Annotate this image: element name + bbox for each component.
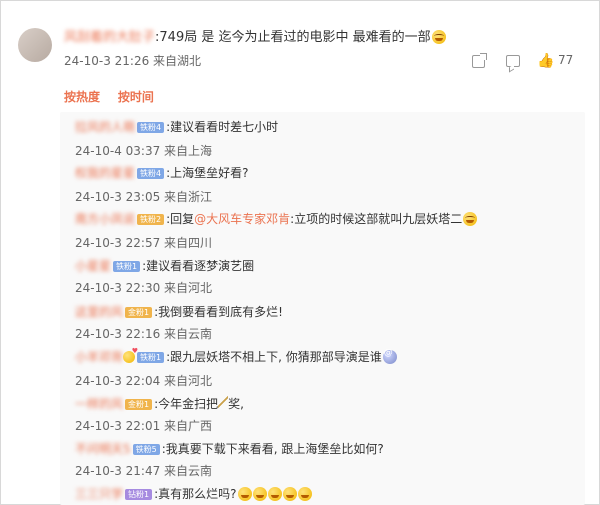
fan-badge: 铁粉1	[137, 352, 165, 363]
reply-meta: 24-10-3 21:47 来自云南	[75, 464, 213, 478]
reply-meta: 24-10-3 22:30 来自河北	[75, 281, 213, 295]
share-icon[interactable]	[472, 53, 487, 68]
crying-emoji-icon	[252, 487, 267, 501]
comment-username[interactable]: 风刮着的大肚子	[64, 26, 155, 45]
reply-item: 这里的风 金粉1:我倒要看看到底有多烂!	[75, 303, 283, 320]
reply-text: :上海堡垒好看?	[166, 166, 249, 180]
reply-text: :真有那么烂吗?	[154, 487, 237, 501]
reply-text: :建议看看逐梦演艺圈	[142, 259, 255, 273]
reply-username[interactable]: 权我的星星	[75, 164, 135, 181]
reply-item: 拉风的人萌 铁粉4:建议看看时差七小时	[75, 118, 278, 135]
reply-username[interactable]: 小羊邓背	[75, 348, 123, 365]
crying-emoji-icon	[282, 487, 297, 501]
dizzy-emoji-icon	[382, 348, 397, 364]
broom-icon	[218, 396, 229, 408]
comment-text: :749局 是 迄今为止看过的电影中 最难看的一部	[155, 30, 431, 45]
reply-username[interactable]: 一样的风	[75, 395, 123, 412]
fan-badge: 钻粉1	[125, 489, 153, 500]
crying-emoji-icon	[237, 487, 252, 501]
reply-item: 三三只学 钻粉1:真有那么烂吗?	[75, 485, 312, 502]
fan-badge: 金粉1	[125, 307, 153, 318]
mention-link[interactable]: @大风车专家邓肯	[194, 212, 290, 226]
reply-meta: 24-10-3 22:04 来自河北	[75, 374, 213, 388]
crying-emoji-icon	[297, 487, 312, 501]
reply-meta: 24-10-3 22:16 来自云南	[75, 327, 213, 341]
reply-username[interactable]: 三三只学	[75, 485, 123, 502]
reply-meta: 24-10-4 03:37 来自上海	[75, 144, 213, 158]
laugh-emoji-icon	[431, 30, 446, 44]
reply-username[interactable]: 南方小凤说	[75, 210, 135, 227]
reply-item: 小羊邓背 铁粉1:跟九层妖塔不相上下, 你猜那部导演是谁	[75, 347, 397, 365]
reply-prefix: :今年金扫把	[154, 397, 219, 411]
reply-item: 不问明天5 铁粉5:我真要下载下来看看, 跟上海堡垒比如何?	[75, 440, 384, 457]
fan-badge: 铁粉2	[137, 214, 165, 225]
reply-username[interactable]: 不问明天5	[75, 440, 131, 457]
fan-badge: 金粉1	[125, 399, 153, 410]
reply-item: 南方小凤说 铁粉2:回复@大风车专家邓肯:立项的时候这部就叫九层妖塔二	[75, 210, 478, 227]
sort-tabs: 按热度 按时间	[64, 88, 168, 105]
reply-item: 小星星 铁粉1:建议看看逐梦演艺圈	[75, 257, 254, 274]
reply-meta: 24-10-3 23:05 来自浙江	[75, 190, 213, 204]
reply-username[interactable]: 拉风的人萌	[75, 118, 135, 135]
reply-item: 一样的风 金粉1:今年金扫把 奖,	[75, 395, 244, 412]
like-icon[interactable]: 👍	[537, 53, 554, 69]
reply-text: :跟九层妖塔不相上下, 你猜那部导演是谁	[166, 350, 382, 364]
fan-badge: 铁粉4	[137, 168, 165, 179]
comment-icon[interactable]	[506, 55, 520, 67]
reply-username[interactable]: 小星星	[75, 257, 111, 274]
fan-badge: 铁粉4	[137, 122, 165, 133]
reply-item: 权我的星星 铁粉4:上海堡垒好看?	[75, 164, 249, 181]
kiss-emoji-icon	[123, 347, 138, 363]
reply-text: :立项的时候这部就叫九层妖塔二	[290, 212, 463, 226]
comment-meta: 24-10-3 21:26 来自湖北	[64, 54, 202, 68]
main-comment: 风刮着的大肚子:749局 是 迄今为止看过的电影中 最难看的一部	[64, 26, 446, 45]
tab-sort-by-time[interactable]: 按时间	[118, 90, 154, 104]
reply-username[interactable]: 这里的风	[75, 303, 123, 320]
reply-text: :建议看看时差七小时	[166, 120, 279, 134]
fan-badge: 铁粉1	[113, 261, 141, 272]
reply-list: 拉风的人萌 铁粉4:建议看看时差七小时 24-10-4 03:37 来自上海 权我…	[60, 112, 585, 505]
fan-badge: 铁粉5	[132, 444, 160, 455]
crying-emoji-icon	[267, 487, 282, 501]
reply-meta: 24-10-3 22:01 来自广西	[75, 419, 213, 433]
reply-meta: 24-10-3 22:57 来自四川	[75, 236, 213, 250]
reply-prefix: :回复	[166, 212, 195, 226]
tab-sort-by-hot[interactable]: 按热度	[64, 90, 100, 104]
reply-text: :我倒要看看到底有多烂!	[154, 305, 283, 319]
avatar[interactable]	[18, 28, 52, 62]
reply-text: 奖,	[228, 397, 244, 411]
like-count: 77	[558, 53, 574, 67]
reply-text: :我真要下载下来看看, 跟上海堡垒比如何?	[161, 442, 384, 456]
laugh-emoji-icon	[463, 212, 478, 226]
